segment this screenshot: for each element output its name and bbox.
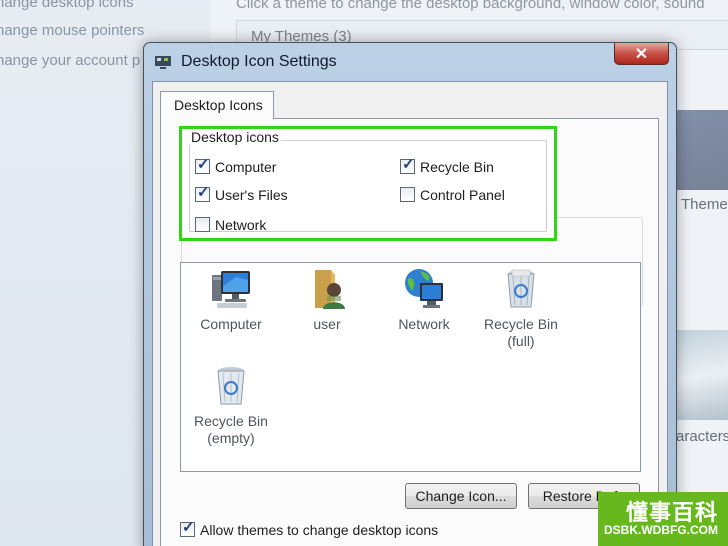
dialog-titlebar[interactable]: Desktop Icon Settings ✕ (144, 43, 676, 81)
watermark-url: DSBK.WDBFG.COM (604, 523, 718, 537)
characters-theme-label: aracters (676, 428, 728, 445)
network-checkbox[interactable] (195, 217, 210, 232)
computer-icon (212, 271, 250, 308)
theme-label: Theme (681, 196, 728, 213)
tab-desktop-icons[interactable]: Desktop Icons (160, 91, 274, 119)
user-folder-icon (315, 270, 345, 309)
desktop-settings-icon (155, 56, 171, 69)
tab-desktop-icons-label: Desktop Icons (174, 97, 263, 113)
control-panel-checkbox[interactable] (400, 187, 415, 202)
recycle-bin-full-icon-sublabel: (full) (507, 333, 535, 349)
desktop-icons-legend: Desktop icons (189, 129, 281, 145)
icon-preview-list[interactable]: Computer user Network Recycle Bin (full)… (180, 262, 641, 472)
users-files-checkbox[interactable]: ✓ (195, 184, 210, 202)
list-item-computer[interactable]: Computer (181, 267, 281, 333)
recycle-bin-empty-icon (217, 367, 245, 405)
list-item-user[interactable]: user (277, 267, 377, 333)
allow-themes-checkbox-row[interactable]: ✓ Allow themes to change desktop icons (180, 519, 480, 539)
computer-icon-label: Computer (200, 316, 262, 332)
network-icon (405, 269, 443, 308)
close-icon: ✕ (634, 46, 649, 63)
sidebar-link-change-account-picture[interactable]: hange your account p (0, 52, 140, 69)
characters-theme-thumbnail[interactable] (676, 330, 728, 420)
users-files-checkbox-label: User's Files (215, 187, 288, 203)
watermark-badge: 懂事百科 DSBK.WDBFG.COM (598, 492, 728, 546)
list-item-recycle-bin-full[interactable]: Recycle Bin (full) (471, 267, 571, 350)
close-button[interactable]: ✕ (614, 43, 669, 65)
recycle-bin-full-icon (507, 269, 535, 308)
recycle-bin-checkbox[interactable]: ✓ (400, 156, 415, 174)
sidebar-link-change-desktop-icons[interactable]: hange desktop icons (0, 0, 134, 11)
check-icon: ✓ (182, 519, 195, 536)
personalization-heading: Click a theme to change the desktop back… (236, 0, 705, 12)
user-icon-label: user (313, 316, 341, 332)
list-item-recycle-bin-empty[interactable]: Recycle Bin (empty) (181, 364, 281, 447)
list-item-network[interactable]: Network (374, 267, 474, 333)
check-icon: ✓ (402, 156, 415, 173)
check-icon: ✓ (197, 156, 210, 173)
check-icon: ✓ (197, 184, 210, 201)
recycle-bin-empty-icon-sublabel: (empty) (207, 430, 255, 446)
control-panel-checkbox-label: Control Panel (420, 187, 505, 203)
recycle-bin-full-icon-label: Recycle Bin (484, 316, 558, 332)
network-checkbox-label: Network (215, 217, 267, 233)
desktop-icons-groupbox-highlighted: Desktop icons ✓ Computer ✓ Recycle Bin ✓… (179, 126, 557, 241)
allow-themes-checkbox[interactable]: ✓ (180, 519, 195, 537)
dialog-title: Desktop Icon Settings (181, 53, 337, 70)
computer-checkbox[interactable]: ✓ (195, 156, 210, 174)
allow-themes-checkbox-label: Allow themes to change desktop icons (200, 522, 439, 538)
recycle-bin-checkbox-label: Recycle Bin (420, 159, 494, 175)
change-icon-button[interactable]: Change Icon... (405, 483, 517, 509)
recycle-bin-empty-icon-label: Recycle Bin (194, 413, 268, 429)
computer-checkbox-label: Computer (215, 159, 277, 175)
sidebar-link-change-mouse-pointers[interactable]: hange mouse pointers (0, 22, 144, 39)
theme-thumbnail[interactable] (676, 110, 728, 190)
network-icon-label: Network (398, 316, 450, 332)
